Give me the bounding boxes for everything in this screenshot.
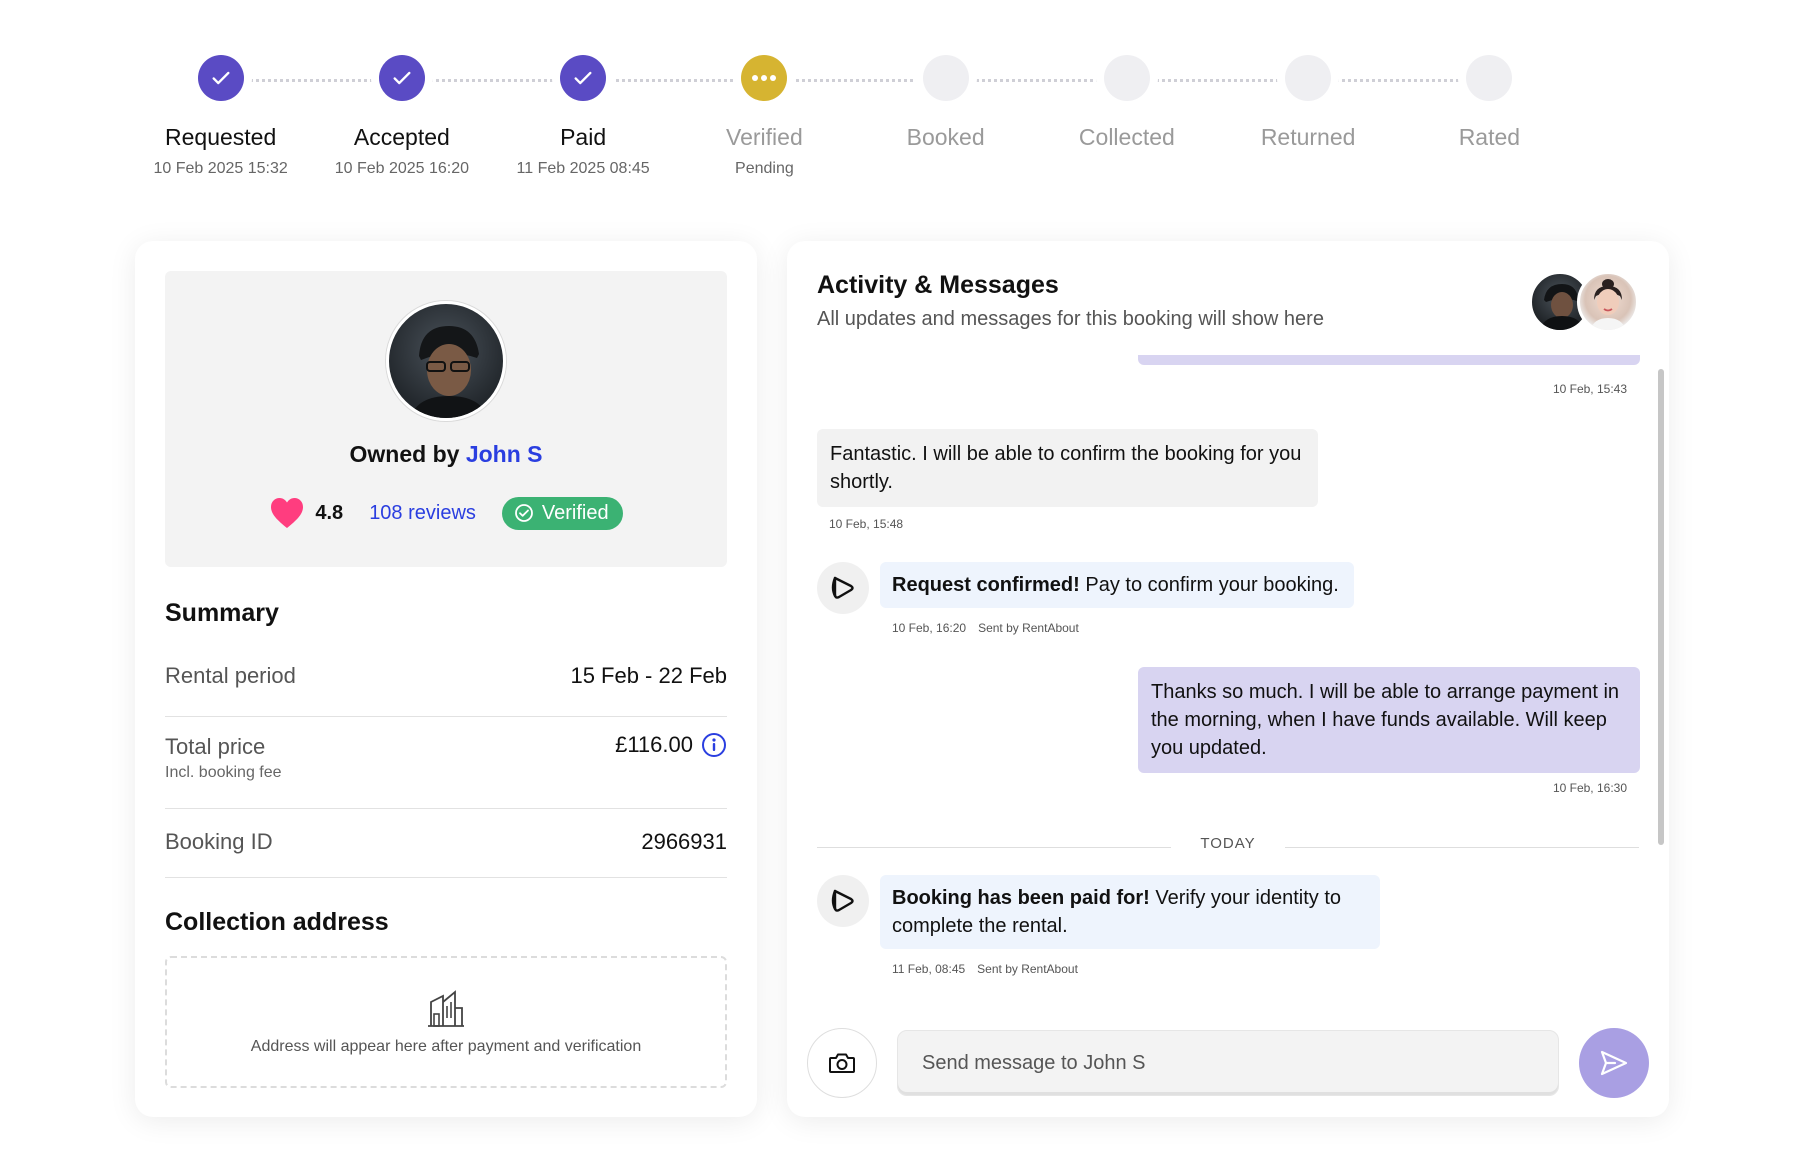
- info-icon[interactable]: [701, 732, 727, 758]
- message-composer: [807, 1028, 1649, 1098]
- incoming-message-bubble: Fantastic. I will be able to confirm the…: [817, 429, 1318, 507]
- summary-title: Summary: [165, 599, 279, 627]
- step-booked: Booked: [855, 55, 1036, 178]
- collection-address-placeholder: Address will appear here after payment a…: [165, 956, 727, 1088]
- total-price-value: £116.00: [615, 732, 693, 757]
- system-avatar: [817, 562, 869, 614]
- message-timestamp: 10 Feb, 16:20: [892, 621, 967, 635]
- step-circle-verified: [741, 55, 788, 101]
- step-label: Rated: [1458, 124, 1521, 150]
- date-separator: TODAY: [817, 835, 1639, 859]
- renter-avatar-small[interactable]: [1577, 271, 1639, 333]
- rental-period-label: Rental period: [165, 663, 296, 688]
- rental-period-row: Rental period 15 Feb - 22 Feb: [165, 639, 727, 717]
- step-label: Verified: [726, 124, 803, 150]
- step-circle-collected: [1103, 55, 1150, 101]
- owner-name-link[interactable]: John S: [466, 441, 543, 467]
- step-circle-booked: [922, 55, 969, 101]
- step-label: Booked: [906, 124, 985, 150]
- system-message-bubble: Request confirmed! Pay to confirm your b…: [880, 562, 1354, 608]
- date-separator-label: TODAY: [1200, 835, 1256, 852]
- message-thread: 10 Feb, 15:43 Fantastic. I will be able …: [787, 241, 1669, 1117]
- system-avatar: [817, 875, 869, 927]
- owner-meta: 4.8 108 reviews Verified: [165, 496, 727, 530]
- step-circle-accepted: [378, 55, 425, 101]
- booking-id-row: Booking ID 2966931: [165, 809, 727, 878]
- address-note: Address will appear here after payment a…: [250, 1038, 642, 1055]
- outgoing-message-bubble: Thanks so much. I will be able to arrang…: [1138, 667, 1640, 773]
- total-price-sub: Incl. booking fee: [165, 764, 282, 781]
- stepper-steps: Requested 10 Feb 2025 15:32 Accepted 10 …: [130, 55, 1580, 178]
- system-message-bold: Request confirmed!: [892, 574, 1080, 596]
- system-message-text: Pay to confirm your booking.: [1079, 574, 1339, 596]
- step-circle-requested: [197, 55, 244, 101]
- reviews-link[interactable]: 108 reviews: [369, 502, 476, 525]
- verified-badge: Verified: [501, 496, 623, 530]
- step-circle-returned: [1285, 55, 1332, 101]
- step-label: Accepted: [353, 124, 450, 150]
- message-timestamp: 11 Feb, 08:45: [892, 962, 966, 976]
- owner-rating: 4.8: [315, 501, 344, 524]
- booking-details-card: Owned by John S 4.8 108 reviews Verified…: [135, 241, 757, 1117]
- check-icon: [574, 71, 592, 85]
- system-message-meta: 11 Feb, 08:45 Sent by RentAbout: [892, 962, 1078, 976]
- step-date: 11 Feb 2025 08:45: [516, 160, 650, 177]
- step-label: Paid: [560, 124, 607, 150]
- system-message-bubble: Booking has been paid for! Verify your i…: [880, 875, 1380, 949]
- building-icon: [428, 990, 464, 1027]
- owner-avatar[interactable]: [386, 301, 506, 421]
- rentabout-logo-icon: [831, 576, 854, 599]
- booking-id-value: 2966931: [641, 829, 727, 854]
- step-date: 10 Feb 2025 15:32: [153, 160, 288, 177]
- step-label: Returned: [1260, 124, 1356, 150]
- system-message-meta: 10 Feb, 16:20 Sent by RentAbout: [892, 621, 1079, 635]
- heart-icon: [271, 498, 304, 528]
- step-accepted: Accepted 10 Feb 2025 16:20: [311, 55, 492, 178]
- booking-id-label: Booking ID: [165, 829, 273, 854]
- check-icon: [212, 71, 230, 85]
- step-circle-paid: [560, 55, 607, 101]
- message-input[interactable]: [897, 1030, 1559, 1096]
- person-photo-icon: [410, 326, 488, 418]
- total-price-row: Total price Incl. booking fee £116.00: [165, 717, 727, 809]
- progress-stepper: Requested 10 Feb 2025 15:32 Accepted 10 …: [130, 55, 1580, 195]
- message-sender: Sent by RentAbout: [977, 962, 1078, 976]
- separator-line: [1285, 847, 1639, 848]
- step-returned: Returned: [1218, 55, 1399, 178]
- step-label: Requested: [165, 124, 277, 150]
- step-paid: Paid 11 Feb 2025 08:45: [493, 55, 674, 178]
- step-collected: Collected: [1036, 55, 1217, 178]
- message-timestamp: 10 Feb, 15:48: [829, 517, 904, 531]
- message-timestamp: 10 Feb, 16:30: [1552, 781, 1627, 795]
- message-sender: Sent by RentAbout: [978, 621, 1079, 635]
- total-price-value-group: £116.00: [615, 732, 727, 758]
- step-requested: Requested 10 Feb 2025 15:32: [130, 55, 311, 178]
- outgoing-message-bubble: [1138, 355, 1640, 365]
- ellipsis-icon: [752, 75, 777, 81]
- check-icon: [393, 71, 411, 85]
- total-price-label: Total price: [165, 734, 266, 759]
- owned-by-prefix: Owned by: [349, 441, 460, 467]
- camera-icon: [829, 1053, 855, 1073]
- person-photo-icon: [1590, 279, 1626, 330]
- step-date: 10 Feb 2025 16:20: [334, 160, 470, 177]
- step-verified: Verified Pending: [674, 55, 855, 178]
- activity-messages-card: Activity & Messages All updates and mess…: [787, 241, 1669, 1117]
- step-circle-rated: [1466, 55, 1513, 101]
- rentabout-logo-icon: [831, 889, 854, 912]
- verified-label: Verified: [541, 501, 609, 524]
- send-button[interactable]: [1579, 1028, 1649, 1098]
- check-circle-icon: [515, 504, 533, 522]
- send-icon: [1600, 1050, 1628, 1076]
- step-label: Collected: [1078, 124, 1175, 150]
- collection-address-title: Collection address: [165, 908, 389, 936]
- owner-panel: Owned by John S 4.8 108 reviews Verified: [165, 271, 727, 567]
- step-status: Pending: [735, 160, 794, 177]
- owned-by-heading: Owned by John S: [165, 441, 727, 468]
- rental-period-value: 15 Feb - 22 Feb: [570, 663, 727, 688]
- message-timestamp: 10 Feb, 15:43: [1552, 382, 1627, 396]
- step-rated: Rated: [1399, 55, 1580, 178]
- camera-button[interactable]: [807, 1028, 877, 1098]
- system-message-bold: Booking has been paid for!: [892, 887, 1150, 909]
